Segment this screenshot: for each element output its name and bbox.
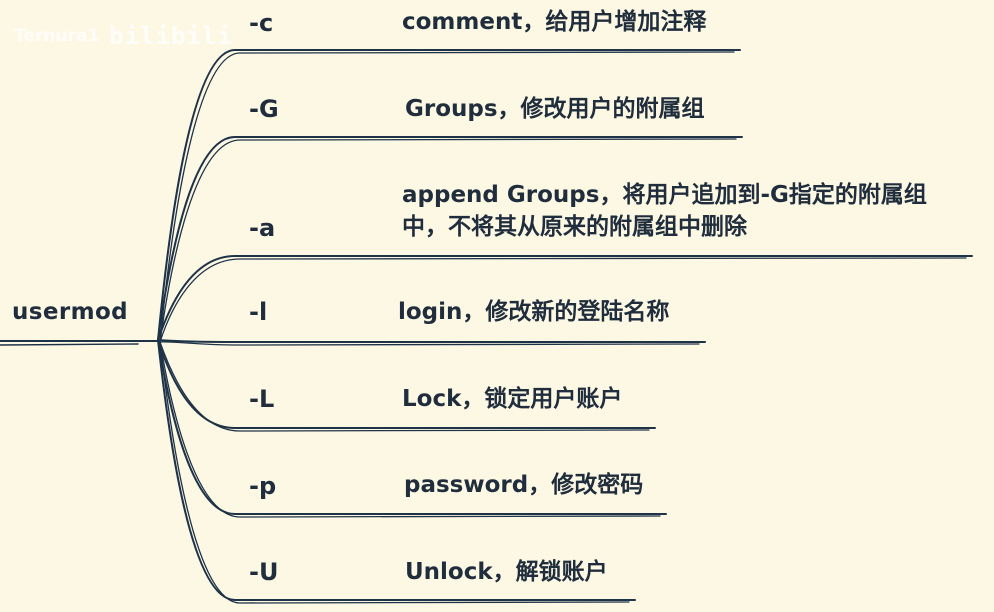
option-L: -L bbox=[249, 385, 275, 413]
root-node-label: usermod bbox=[12, 299, 129, 325]
option-c: -c bbox=[249, 9, 274, 37]
desc-a-line-2: 中，不将其从原来的附属组中删除 bbox=[402, 214, 747, 240]
desc-G: Groups，修改用户的附属组 bbox=[405, 96, 705, 122]
root-underline-sketch bbox=[0, 343, 139, 346]
desc-l: login，修改新的登陆名称 bbox=[398, 299, 670, 325]
option-a: -a bbox=[249, 214, 276, 242]
edge-l bbox=[157, 339, 706, 343]
watermark-left-text: Ternura1 bbox=[14, 26, 100, 46]
desc-c: comment，给用户增加注释 bbox=[402, 9, 707, 35]
video-watermark: Ternura1 bilibili bbox=[14, 22, 233, 50]
desc-a-line-1: append Groups，将用户追加到-G指定的附属组 bbox=[402, 182, 927, 208]
bilibili-logo-text: bilibili bbox=[109, 22, 233, 50]
option-l: -l bbox=[249, 298, 268, 326]
option-U: -U bbox=[249, 558, 279, 586]
option-p: -p bbox=[249, 472, 277, 500]
desc-L: Lock，锁定用户账户 bbox=[402, 386, 623, 412]
desc-p: password，修改密码 bbox=[404, 472, 644, 498]
desc-U: Unlock，解锁账户 bbox=[405, 559, 608, 585]
option-G: -G bbox=[249, 95, 279, 123]
